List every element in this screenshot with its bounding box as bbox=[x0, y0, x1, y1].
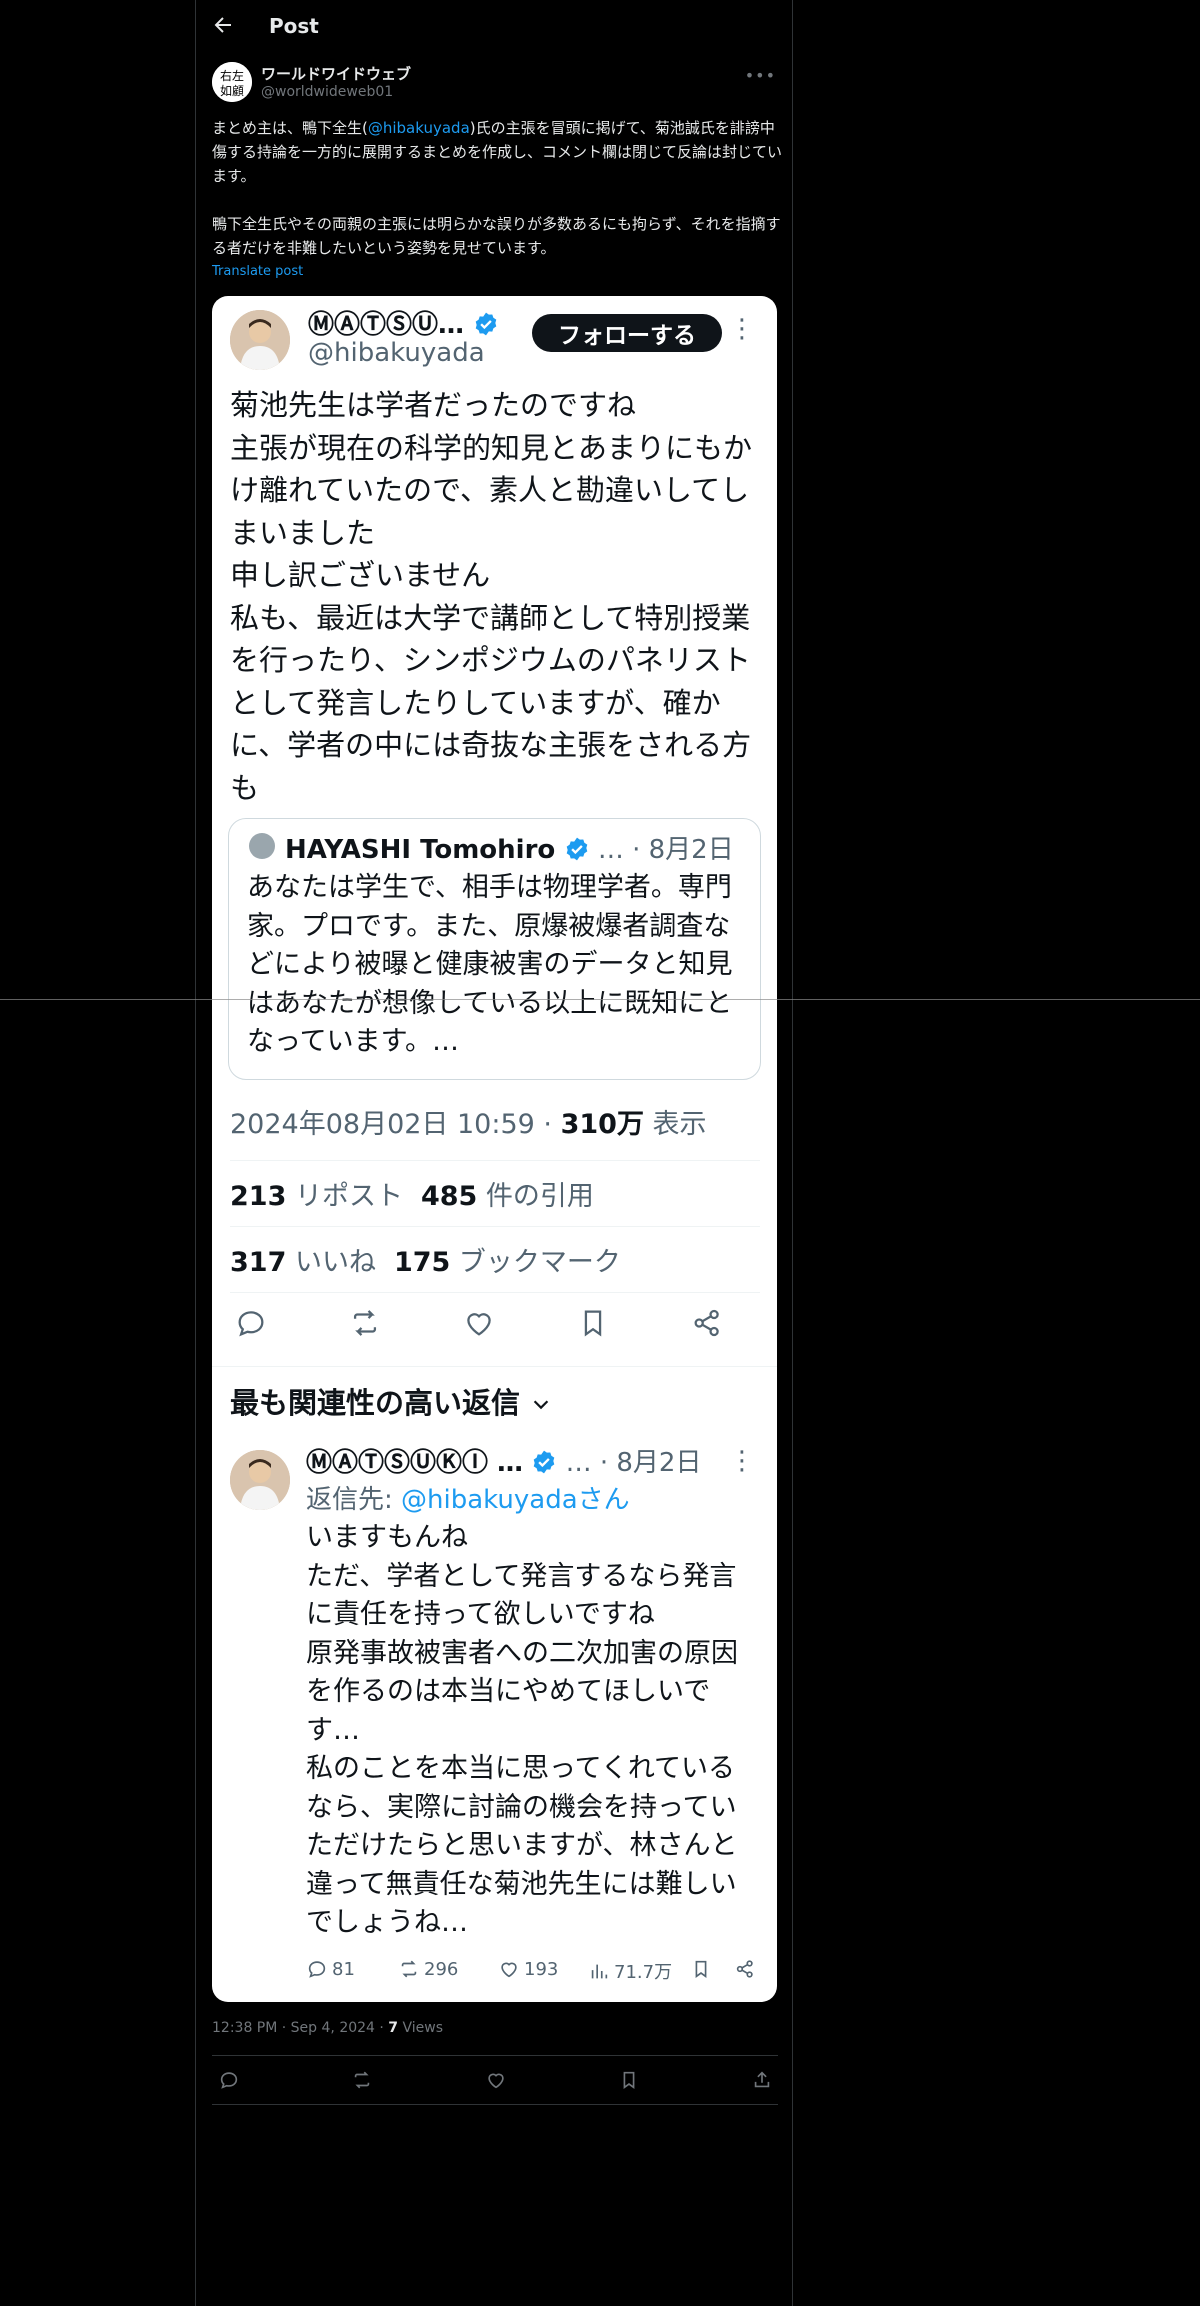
svg-text:右左: 右左 bbox=[220, 68, 244, 83]
svg-text:如顧: 如顧 bbox=[220, 83, 244, 98]
repost-quote-stats: 213 リポスト 485 件の引用 bbox=[230, 1181, 594, 1212]
embedded-timestamp: 2024年08月02日 10:59 · 310万 表示 bbox=[230, 1109, 707, 1140]
view-count: 71.7万 bbox=[588, 1958, 672, 1984]
author-name[interactable]: ワールドワイドウェブ bbox=[261, 63, 411, 84]
repost-button-icon[interactable] bbox=[351, 2069, 373, 2091]
verified-badge-icon bbox=[564, 836, 590, 862]
quoted-author-avatar bbox=[249, 833, 275, 859]
post-text: まとめ主は、鴨下全生(@hibakuyada)氏の主張を冒頭に掲げて、菊池誠氏を… bbox=[212, 119, 783, 257]
reply-header: ⓂⒶⓉⓈⓊⓀⒾ … … · 8月2日 bbox=[306, 1448, 702, 1478]
divider bbox=[230, 1226, 760, 1227]
quoted-post: HAYASHI Tomohiro … · 8月2日 あなたは学生で、相手は物理学… bbox=[228, 818, 761, 1080]
reply-icon bbox=[234, 1306, 268, 1340]
embedded-author-handle: @hibakuyada bbox=[308, 338, 485, 368]
divider bbox=[230, 1292, 760, 1293]
overlay-guide-line bbox=[0, 999, 1200, 1000]
divider bbox=[212, 2104, 778, 2105]
like-icon bbox=[462, 1306, 496, 1340]
author-handle[interactable]: @worldwideweb01 bbox=[261, 84, 393, 100]
quoted-post-header: HAYASHI Tomohiro … · 8月2日 bbox=[285, 835, 734, 865]
like-count: 193 bbox=[498, 1958, 558, 1980]
verified-badge-icon bbox=[473, 311, 499, 337]
share-icon bbox=[690, 1306, 724, 1340]
reply-action-bar: 81 296 193 71.7万 bbox=[306, 1958, 766, 1988]
share-button-icon[interactable] bbox=[751, 2069, 773, 2091]
page-title: Post bbox=[269, 14, 319, 38]
quoted-post-text: あなたは学生で、相手は物理学者。専門家。プロです。また、原爆被爆者調査などにより… bbox=[247, 872, 733, 1057]
reply-button-icon[interactable] bbox=[218, 2069, 240, 2091]
reply-count: 81 bbox=[306, 1958, 355, 1980]
reply-to-line: 返信先: @hibakuyadaさん bbox=[306, 1485, 630, 1515]
embedded-post-text: 菊池先生は学者だったのですね 主張が現在の科学的知見とあまりにもかけ離れていたの… bbox=[230, 388, 753, 805]
sort-replies-label: 最も関連性の高い返信 bbox=[230, 1380, 552, 1422]
share-icon bbox=[734, 1958, 756, 1980]
back-arrow-icon[interactable] bbox=[211, 13, 235, 37]
embedded-screenshot[interactable]: ⓂⒶⓉⓈⓊ… @hibakuyada フォローする ⋮ 菊池先生は学者だったので… bbox=[212, 296, 777, 2002]
embedded-action-bar bbox=[212, 1306, 777, 1356]
author-avatar[interactable]: 右左 如顧 bbox=[212, 62, 252, 102]
embedded-author-name: ⓂⒶⓉⓈⓊ… bbox=[308, 304, 499, 341]
repost-icon bbox=[348, 1306, 382, 1340]
divider bbox=[212, 2055, 778, 2056]
mention-link[interactable]: @hibakuyada bbox=[368, 119, 470, 137]
embedded-more-icon[interactable]: ⋮ bbox=[729, 316, 755, 342]
post-meta: 12:38 PM · Sep 4, 2024 · 7 Views bbox=[212, 2020, 444, 2036]
reply-more-icon: ⋮ bbox=[729, 1446, 755, 1476]
reply-text: いますもんね ただ、学者として発言するなら発言に責任を持って欲しいですね 原発事… bbox=[306, 1522, 738, 1938]
repost-count: 296 bbox=[398, 1958, 458, 1980]
top-bar: Post bbox=[196, 0, 792, 54]
bookmark-button-icon[interactable] bbox=[618, 2069, 640, 2091]
reply-author-avatar bbox=[230, 1450, 290, 1510]
follow-button[interactable]: フォローする bbox=[532, 314, 722, 352]
main-column: Post 右左 如顧 ワールドワイドウェブ @worldwideweb01 ••… bbox=[195, 0, 793, 2306]
bookmark-icon bbox=[576, 1306, 610, 1340]
divider bbox=[230, 1160, 760, 1161]
embedded-author-avatar bbox=[230, 310, 290, 370]
more-options-icon[interactable]: ••• bbox=[745, 66, 776, 85]
divider bbox=[212, 1366, 777, 1367]
like-button-icon[interactable] bbox=[485, 2069, 507, 2091]
like-bookmark-stats: 317 いいね 175 ブックマーク bbox=[230, 1247, 621, 1278]
bookmark-icon bbox=[690, 1958, 712, 1980]
translate-post-link[interactable]: Translate post bbox=[212, 264, 303, 279]
verified-badge-icon bbox=[531, 1449, 557, 1475]
chevron-down-icon bbox=[533, 1400, 549, 1410]
